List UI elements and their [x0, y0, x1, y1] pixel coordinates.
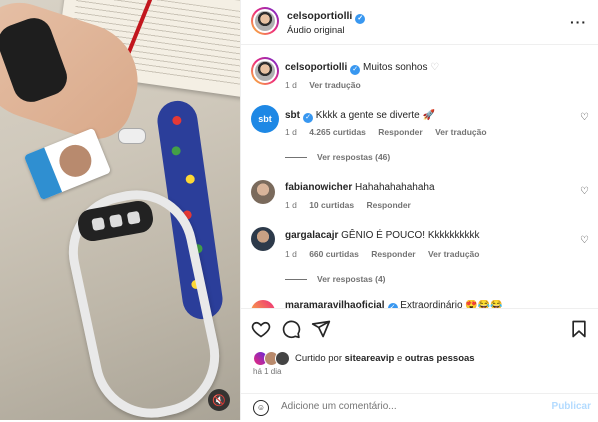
author-username[interactable]: celsoportiolli ✓: [287, 10, 366, 24]
comment-input[interactable]: [281, 401, 501, 412]
comment-username[interactable]: maramaravilhaoficial: [285, 300, 385, 308]
translate-link[interactable]: Ver tradução: [435, 127, 487, 137]
add-comment-bar: ☺ Publicar: [241, 393, 598, 422]
translate-link[interactable]: Ver tradução: [428, 249, 480, 259]
instagram-post-view: 🔇 celsoportiolli ✓ Áudio original ··· cel…: [0, 0, 598, 421]
like-comment-heart-icon[interactable]: ♡: [580, 186, 589, 197]
post-video[interactable]: 🔇: [0, 0, 240, 420]
comment-item: fabianowicher Hahahahahahaha 1 d 10 curt…: [251, 180, 591, 212]
comment-likes[interactable]: 660 curtidas: [309, 249, 359, 259]
comment-username[interactable]: fabianowicher: [285, 182, 352, 193]
comment-item: sbt sbt ✓ Kkkk a gente se diverte 🚀 1 d 4…: [251, 105, 591, 165]
caption-translate-link[interactable]: Ver tradução: [309, 80, 361, 90]
likes-summary: Curtido por sitearea​vip e outras pessoa…: [253, 351, 475, 366]
caption: celsoportiolli ✓ Muitos sonhos ♡ 1 d Ver …: [251, 57, 591, 93]
mute-icon[interactable]: 🔇: [208, 389, 230, 411]
sbt-avatar[interactable]: sbt: [251, 105, 279, 133]
comment-time: 1 d: [285, 200, 297, 210]
caption-username[interactable]: celsoportiolli: [285, 62, 347, 73]
badge-clip: [118, 128, 146, 144]
more-options-icon[interactable]: ···: [570, 14, 587, 30]
comment-text: Kkkk a gente se diverte: [315, 110, 420, 121]
emoji-icon[interactable]: ☺: [253, 400, 269, 416]
comment-item: gargalacajr GÊNIO É POUCO! Kkkkkkkkkk 1 …: [251, 227, 591, 287]
comment-time: 1 d: [285, 127, 297, 137]
caption-text: Muitos sonhos: [363, 62, 428, 73]
post-header: celsoportiolli ✓ Áudio original ···: [241, 0, 598, 45]
bookmark-icon[interactable]: [569, 319, 589, 339]
publish-button[interactable]: Publicar: [552, 401, 591, 412]
reply-button[interactable]: Responder: [366, 200, 410, 210]
comment-likes[interactable]: 10 curtidas: [309, 200, 354, 210]
post-date[interactable]: há 1 dia: [253, 367, 281, 376]
view-replies-button[interactable]: Ver respostas (4): [285, 274, 386, 284]
liked-others[interactable]: outras pessoas: [405, 353, 475, 364]
share-icon[interactable]: [311, 319, 331, 339]
reply-button[interactable]: Responder: [378, 127, 422, 137]
author-avatar[interactable]: [251, 7, 279, 35]
reply-button[interactable]: Responder: [371, 249, 415, 259]
verified-icon: ✓: [350, 65, 361, 75]
commenter-avatar[interactable]: [251, 180, 275, 204]
liked-by-user[interactable]: sitearea​vip: [345, 353, 395, 364]
caption-time: 1 d: [285, 80, 297, 90]
caption-avatar[interactable]: [251, 57, 279, 85]
post-actions: Curtido por sitearea​vip e outras pessoa…: [241, 308, 598, 421]
white-heart-icon: ♡: [430, 62, 440, 73]
post-side-panel: celsoportiolli ✓ Áudio original ··· celso…: [240, 0, 598, 421]
verified-icon: ✓: [355, 14, 366, 24]
comment-time: 1 d: [285, 249, 297, 259]
like-comment-heart-icon[interactable]: ♡: [580, 112, 589, 123]
like-comment-heart-icon[interactable]: ♡: [580, 235, 589, 246]
heart-icon[interactable]: [251, 319, 271, 339]
verified-icon: ✓: [303, 113, 313, 123]
commenter-avatar[interactable]: [251, 227, 275, 251]
comment-likes[interactable]: 4.265 curtidas: [309, 127, 366, 137]
commenter-avatar[interactable]: [251, 300, 275, 308]
liked-avatars[interactable]: [253, 351, 290, 366]
laugh-emoji-icon: 😍😂😂: [465, 300, 503, 308]
comment-text: GÊNIO É POUCO! Kkkkkkkkkk: [341, 230, 480, 241]
rocket-emoji-icon: 🚀: [422, 110, 435, 121]
comment-text: Extraordinário: [400, 300, 463, 308]
comment-item-partial: maramaravilhaoficial ✓ Extraordinário 😍😂😂: [251, 300, 591, 308]
comment-username[interactable]: sbt: [285, 110, 300, 121]
comment-icon[interactable]: [281, 319, 301, 339]
comment-text: Hahahahahahaha: [355, 182, 435, 193]
audio-label[interactable]: Áudio original: [287, 25, 345, 36]
comment-username[interactable]: gargalacajr: [285, 230, 338, 241]
view-replies-button[interactable]: Ver respostas (46): [285, 152, 390, 162]
